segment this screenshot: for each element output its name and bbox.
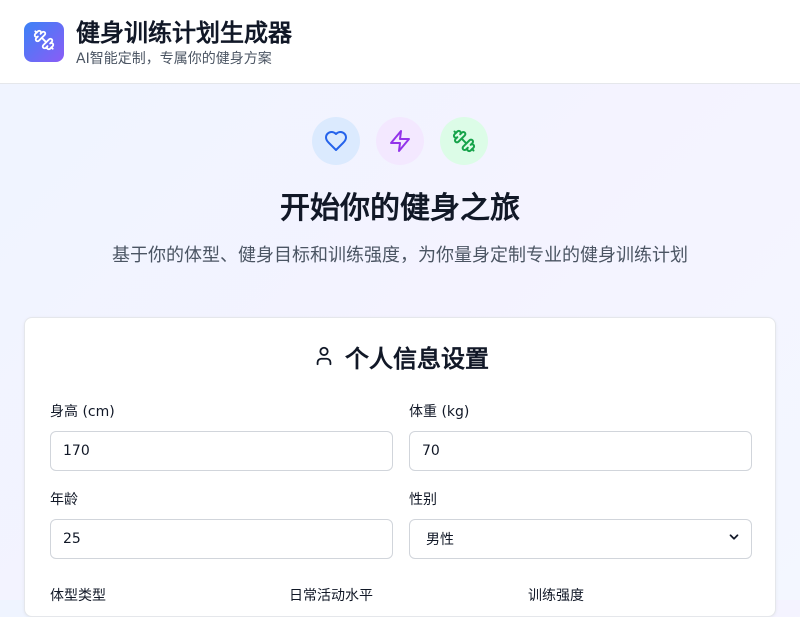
height-label: 身高 (cm) <box>50 404 115 420</box>
app-logo <box>24 22 64 62</box>
activity-level-label: 日常活动水平 <box>289 588 373 604</box>
card-title-text: 个人信息设置 <box>345 345 489 373</box>
heart-icon <box>312 117 360 165</box>
gender-select[interactable]: 男性 <box>409 519 752 559</box>
height-input[interactable] <box>50 431 393 471</box>
chevron-down-icon <box>727 530 741 548</box>
gender-select-value: 男性 <box>426 532 454 548</box>
user-icon <box>313 342 335 376</box>
weight-label: 体重 (kg) <box>409 404 470 420</box>
dumbbell-icon <box>33 29 55 55</box>
app-subtitle: AI智能定制，专属你的健身方案 <box>76 51 272 67</box>
hero-subtitle: 基于你的体型、健身目标和训练强度，为你量身定制专业的健身训练计划 <box>112 245 688 266</box>
hero-title: 开始你的健身之旅 <box>280 191 520 226</box>
dumbbell-icon <box>440 117 488 165</box>
app-title: 健身训练计划生成器 <box>76 19 292 47</box>
training-intensity-label: 训练强度 <box>528 588 584 604</box>
hero-icons <box>0 117 800 165</box>
age-label: 年龄 <box>50 492 78 508</box>
weight-input[interactable] <box>409 431 752 471</box>
age-input[interactable] <box>50 519 393 559</box>
app-header: 健身训练计划生成器 AI智能定制，专属你的健身方案 <box>0 0 800 84</box>
lightning-icon <box>376 117 424 165</box>
gender-label: 性别 <box>409 492 437 508</box>
body-type-label: 体型类型 <box>50 588 106 604</box>
personal-info-card: 个人信息设置 身高 (cm) 体重 (kg) 年龄 性别 男性 体型类型 日常活… <box>24 317 776 617</box>
card-title: 个人信息设置 <box>25 342 777 376</box>
